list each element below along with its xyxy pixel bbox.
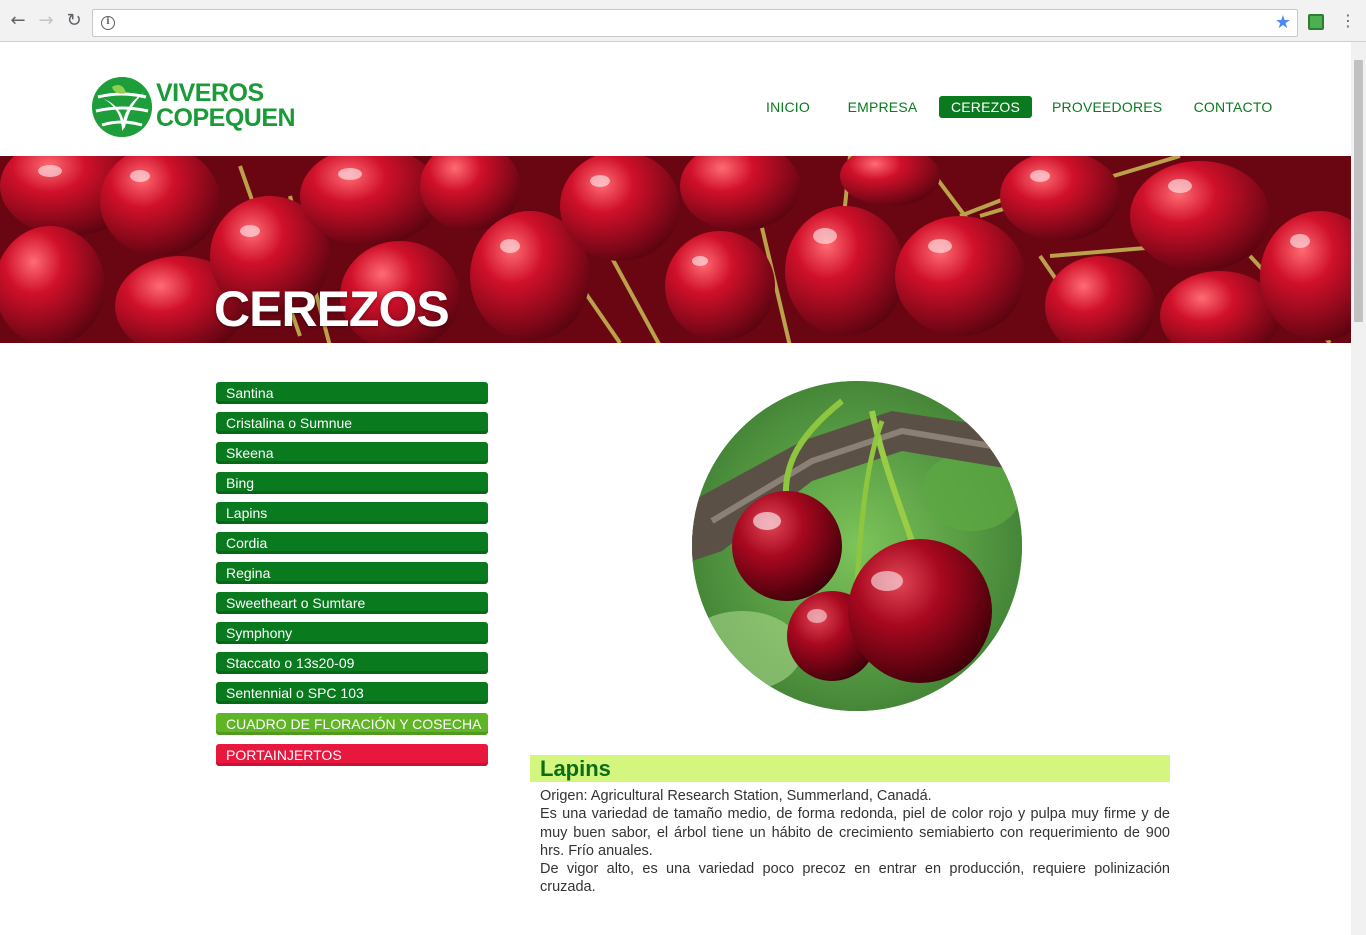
cherries-banner-image <box>0 156 1351 343</box>
globe-leaf-logo-icon <box>92 77 152 137</box>
nav-inicio[interactable]: INICIO <box>762 96 814 118</box>
variety-photo <box>692 381 1022 711</box>
sidebar-item-portainjertos[interactable]: PORTAINJERTOS <box>216 744 488 766</box>
info-icon[interactable]: i <box>101 16 115 30</box>
sidebar-item-skeena[interactable]: Skeena <box>216 442 488 464</box>
logo-text: VIVEROS COPEQUEN <box>156 79 296 132</box>
site-logo[interactable]: VIVEROS COPEQUEN <box>92 77 302 139</box>
site-header: VIVEROS COPEQUEN INICIO EMPRESA CEREZOS … <box>0 42 1351 156</box>
description-vigor: De vigor alto, es una variedad poco prec… <box>540 861 1170 896</box>
variety-title: Lapins <box>530 755 1170 782</box>
sidebar-item-cordia[interactable]: Cordia <box>216 532 488 554</box>
page-scrollbar[interactable] <box>1351 42 1366 935</box>
browser-toolbar: ← → ↻ i ★ ⋮ <box>0 0 1366 42</box>
sidebar-item-bing[interactable]: Bing <box>216 472 488 494</box>
back-icon[interactable]: ← <box>8 11 28 31</box>
reload-icon[interactable]: ↻ <box>64 11 84 31</box>
extension-icon[interactable] <box>1308 14 1324 30</box>
description-characteristics: Es una variedad de tamaño medio, de form… <box>540 806 1170 859</box>
description-origin: Origen: Agricultural Research Station, S… <box>540 788 932 804</box>
cherry-photo-image <box>692 381 1022 711</box>
sidebar-item-cuadro[interactable]: CUADRO DE FLORACIÓN Y COSECHA <box>216 713 488 735</box>
scrollbar-thumb[interactable] <box>1354 60 1363 322</box>
address-bar[interactable]: i ★ <box>92 9 1298 37</box>
sidebar-item-symphony[interactable]: Symphony <box>216 622 488 644</box>
banner-title: CEREZOS <box>214 281 450 337</box>
forward-icon[interactable]: → <box>36 11 56 31</box>
sidebar-item-regina[interactable]: Regina <box>216 562 488 584</box>
hero-banner: CEREZOS <box>0 156 1351 343</box>
nav-contacto[interactable]: CONTACTO <box>1192 96 1274 118</box>
sidebar-item-santina[interactable]: Santina <box>216 382 488 404</box>
logo-line-2: COPEQUEN <box>156 104 296 132</box>
menu-icon[interactable]: ⋮ <box>1340 11 1356 31</box>
logo-line-1: VIVEROS <box>156 79 264 107</box>
nav-proveedores[interactable]: PROVEEDORES <box>1052 96 1162 118</box>
variety-description: Origen: Agricultural Research Station, S… <box>540 787 1170 897</box>
bookmark-star-icon[interactable]: ★ <box>1275 12 1291 33</box>
sidebar-item-sweetheart[interactable]: Sweetheart o Sumtare <box>216 592 488 614</box>
sidebar-item-sentennial[interactable]: Sentennial o SPC 103 <box>216 682 488 704</box>
sidebar-item-cristalina[interactable]: Cristalina o Sumnue <box>216 412 488 434</box>
nav-empresa[interactable]: EMPRESA <box>846 96 919 118</box>
sidebar-item-lapins[interactable]: Lapins <box>216 502 488 524</box>
sidebar-item-staccato[interactable]: Staccato o 13s20-09 <box>216 652 488 674</box>
nav-cerezos[interactable]: CEREZOS <box>939 96 1032 118</box>
